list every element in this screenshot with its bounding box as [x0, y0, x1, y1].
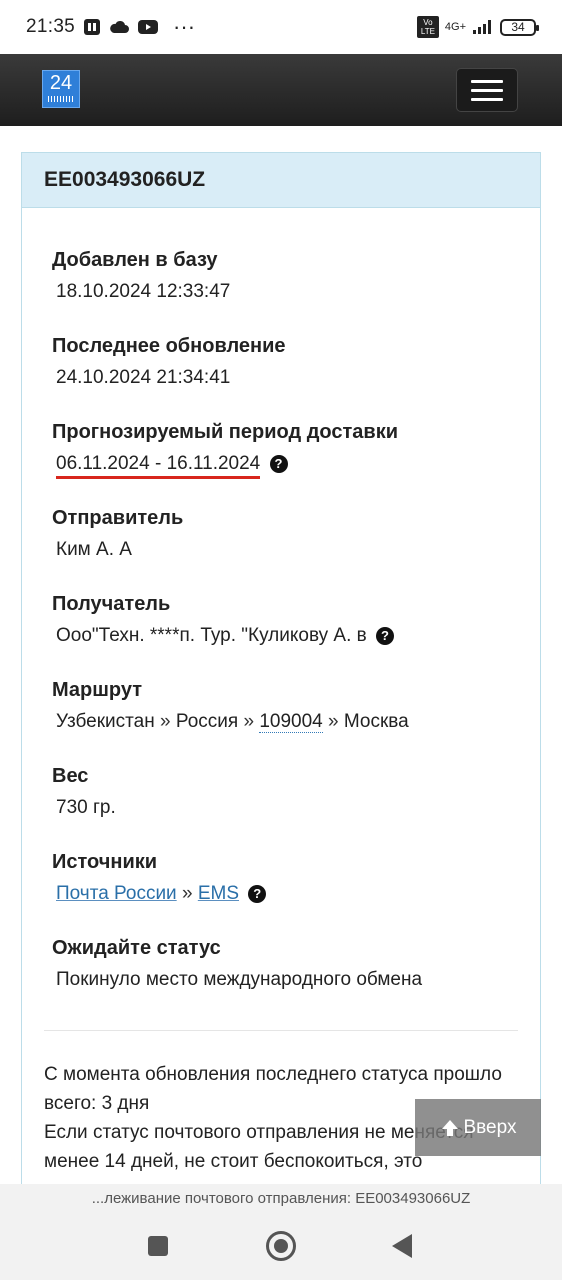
tracking-fields: Добавлен в базу 18.10.2024 12:33:47 Посл… [22, 208, 540, 1020]
field-route-label: Маршрут [52, 679, 143, 701]
field-sender-label: Отправитель [52, 507, 184, 529]
route-via: Россия [175, 711, 239, 732]
tracking-card: EE003493066UZ Добавлен в базу 18.10.2024… [21, 152, 541, 1192]
recipient-value: Ооо"Техн. ****п. Тур. "Куликову А. в [56, 625, 367, 646]
logo-barcode-icon [48, 96, 74, 102]
field-updated-label: Последнее обновление [52, 335, 286, 357]
field-sources-value-row: Почта России » EMS ? [52, 880, 510, 908]
status-notification-icons: ··· [83, 14, 195, 40]
field-delivery-value-row: 06.11.2024 - 16.11.2024 ? [52, 450, 510, 479]
hamburger-line [471, 97, 503, 101]
help-icon[interactable]: ? [248, 885, 267, 903]
tracking-number-header: EE003493066UZ [22, 153, 540, 208]
field-weight: Вес 730 гр. [52, 762, 510, 848]
menu-toggle-button[interactable] [456, 68, 518, 112]
route-to: Москва [343, 711, 409, 732]
delivery-period-value: 06.11.2024 - 16.11.2024 [56, 453, 261, 479]
network-type: 4G+ [444, 21, 466, 33]
field-recipient-value-row: Ооо"Техн. ****п. Тур. "Куликову А. в ? [52, 622, 510, 650]
route-from: Узбекистан [56, 711, 155, 732]
system-navigation-bar [0, 1214, 562, 1280]
source-separator-icon: » [181, 883, 193, 904]
field-updated-value: 24.10.2024 21:34:41 [56, 367, 231, 388]
hamburger-line [471, 88, 503, 92]
arrow-up-icon [441, 1119, 458, 1136]
source-link-ems[interactable]: EMS [198, 883, 239, 904]
route-postal-index[interactable]: 109004 [259, 711, 323, 733]
status-time: 21:35 [26, 16, 76, 37]
field-route-value-row: Узбекистан » Россия » 109004 » Москва [52, 708, 510, 736]
source-link-pochta[interactable]: Почта России [56, 883, 177, 904]
scroll-top-button[interactable]: Вверх [415, 1099, 541, 1156]
help-icon[interactable]: ? [376, 627, 395, 645]
field-route: Маршрут Узбекистан » Россия » 109004 » М… [52, 676, 510, 762]
app-notification-icon [84, 19, 101, 35]
field-recipient-label: Получатель [52, 593, 171, 615]
scroll-top-label: Вверх [463, 1116, 517, 1138]
field-sender-value: Ким А. А [56, 539, 132, 560]
field-expect-label: Ожидайте статус [52, 937, 221, 959]
cloud-icon [110, 20, 130, 33]
field-delivery-label: Прогнозируемый период доставки [52, 421, 399, 443]
help-icon[interactable]: ? [269, 455, 288, 473]
battery-icon: 34 [500, 18, 539, 36]
route-separator-icon: » [243, 711, 255, 732]
site-logo[interactable]: 24 [42, 70, 80, 108]
back-icon[interactable] [392, 1234, 412, 1258]
field-updated: Последнее обновление 24.10.2024 21:34:41 [52, 332, 510, 418]
route-separator-icon: » [160, 711, 171, 732]
more-dots: ··· [173, 14, 196, 39]
volte-icon: Vo LTE [416, 16, 439, 38]
hamburger-line [471, 79, 503, 83]
logo-text: 24 [49, 72, 73, 94]
field-added-value: 18.10.2024 12:33:47 [56, 281, 231, 302]
field-expect-status: Ожидайте статус Покинуло место междунаро… [52, 934, 510, 1020]
divider [44, 1030, 518, 1031]
field-added-label: Добавлен в базу [52, 249, 218, 271]
status-bar: 21:35 ··· Vo LTE 4G+ 34 [0, 0, 562, 54]
route-separator-icon: » [328, 711, 339, 732]
field-sources-label: Источники [52, 851, 158, 873]
field-added: Добавлен в базу 18.10.2024 12:33:47 [52, 246, 510, 332]
youtube-icon [138, 20, 159, 34]
field-sources: Источники Почта России » EMS ? [52, 848, 510, 934]
field-weight-label: Вес [52, 765, 89, 787]
field-expect-value: Покинуло место международного обмена [56, 969, 423, 990]
page-title-bar[interactable]: ...леживание почтового отправления: EE00… [0, 1184, 562, 1214]
field-weight-value: 730 гр. [56, 797, 116, 818]
field-sender: Отправитель Ким А. А [52, 504, 510, 590]
field-recipient: Получатель Ооо"Техн. ****п. Тур. "Кулико… [52, 590, 510, 676]
status-system-icons: Vo LTE 4G+ 34 [416, 16, 539, 38]
signal-icon [473, 20, 491, 34]
home-icon[interactable] [266, 1231, 296, 1261]
top-navbar: 24 [0, 54, 562, 126]
field-delivery-period: Прогнозируемый период доставки 06.11.202… [52, 418, 510, 504]
recent-apps-icon[interactable] [148, 1236, 168, 1256]
